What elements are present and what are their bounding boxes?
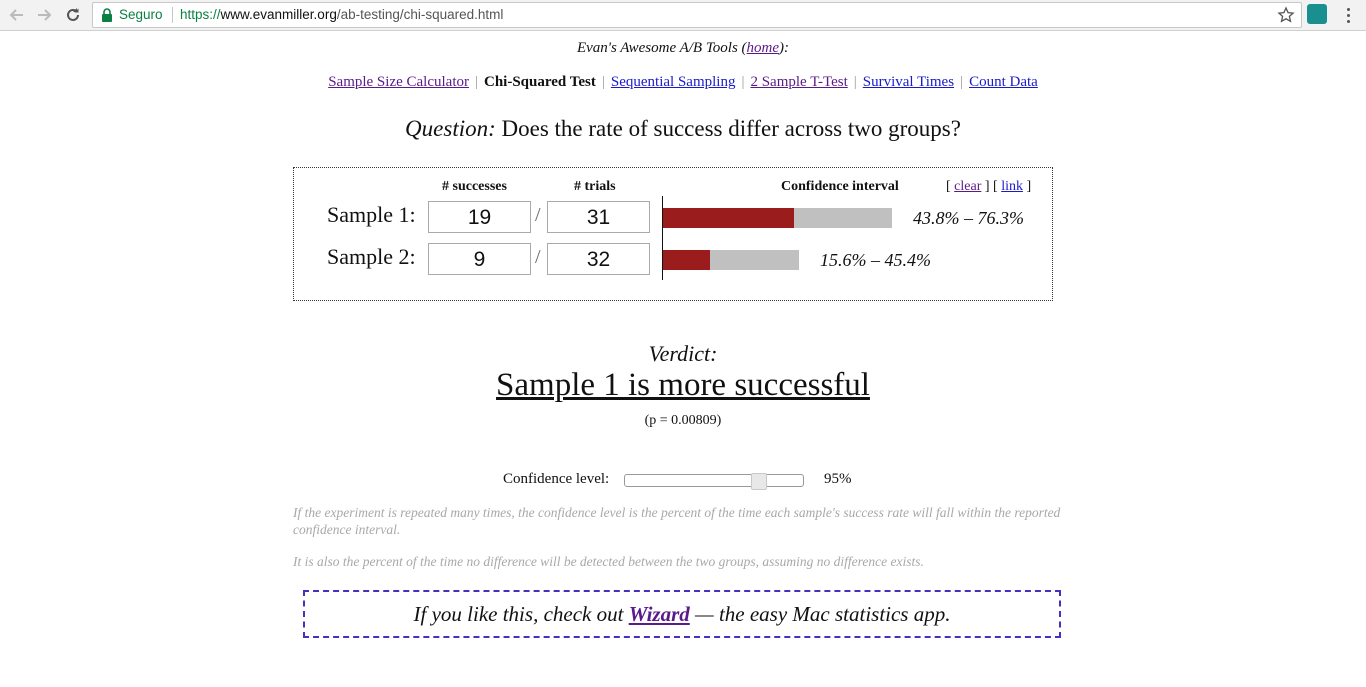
confidence-explanation-note: If the experiment is repeated many times… (293, 505, 1061, 537)
bookmark-star-icon[interactable] (1277, 6, 1295, 24)
nav-survival-times[interactable]: Survival Times (863, 74, 954, 90)
forward-button[interactable] (33, 4, 55, 26)
sample-2-trials-input[interactable]: 32 (547, 243, 650, 275)
verdict-label: Verdict: (648, 341, 718, 366)
permalink-link[interactable]: link (1001, 179, 1023, 194)
nav-chi-squared-test-current: Chi-Squared Test (484, 74, 596, 90)
sample-1-trials-input[interactable]: 31 (547, 201, 650, 233)
slash-divider: / (535, 204, 541, 226)
difference-explanation-note: It is also the percent of the time no di… (293, 554, 924, 569)
wizard-link[interactable]: Wizard (629, 602, 690, 626)
slash-divider: / (535, 246, 541, 268)
page-question: Question: Does the rate of success diffe… (405, 116, 961, 141)
sample-1-successes-input[interactable]: 19 (428, 201, 531, 233)
omnibox-divider (172, 7, 173, 23)
nav-sequential-sampling[interactable]: Sequential Sampling (611, 74, 736, 90)
nav-2-sample-t-test[interactable]: 2 Sample T-Test (750, 74, 847, 90)
sample-2-rate-fill (663, 250, 710, 270)
sample-2-successes-input[interactable]: 9 (428, 243, 531, 275)
browser-menu-icon[interactable] (1340, 4, 1356, 26)
sample-1-label: Sample 1: (327, 202, 416, 227)
verdict-result: Sample 1 is more successful (496, 367, 870, 403)
confidence-level-slider[interactable] (624, 473, 804, 490)
address-bar[interactable]: Seguro https://www.evanmiller.org/ab-tes… (92, 2, 1302, 28)
box-controls: [ clear ] [ link ] (946, 179, 1032, 194)
confidence-level-label: Confidence level: (503, 471, 610, 487)
confidence-interval-header: Confidence interval (781, 179, 899, 194)
slider-thumb[interactable] (751, 473, 767, 490)
nav-sample-size-calculator[interactable]: Sample Size Calculator (328, 74, 469, 90)
sample-2-ci-text: 15.6% – 45.4% (820, 250, 931, 270)
wizard-promo-box: If you like this, check out Wizard — the… (303, 590, 1061, 638)
sample-2-label: Sample 2: (327, 244, 416, 269)
clear-link[interactable]: clear (954, 179, 981, 194)
back-button[interactable] (6, 4, 28, 26)
extension-icon[interactable] (1307, 4, 1327, 24)
url-text[interactable]: https://www.evanmiller.org/ab-testing/ch… (180, 7, 503, 22)
home-link[interactable]: home (747, 40, 780, 56)
trials-column-header: # trials (574, 179, 616, 194)
confidence-level-value: 95% (824, 471, 852, 487)
back-arrow-icon (9, 9, 23, 21)
reload-icon (67, 8, 79, 21)
sample-1-ci-text: 43.8% – 76.3% (913, 208, 1024, 228)
lock-icon (102, 8, 112, 22)
sample-1-rate-fill (663, 208, 794, 228)
reload-button[interactable] (62, 4, 84, 26)
browser-toolbar: Seguro https://www.evanmiller.org/ab-tes… (0, 0, 1366, 31)
nav-count-data[interactable]: Count Data (969, 74, 1038, 90)
site-tagline: Evan's Awesome A/B Tools (home): (576, 40, 790, 56)
successes-column-header: # successes (442, 179, 507, 194)
forward-arrow-icon (38, 9, 52, 21)
secure-label: Seguro (119, 7, 163, 22)
chi-squared-calculator: # successes # trials Confidence interval… (293, 167, 1053, 301)
tool-navigation: Sample Size Calculator | Chi-Squared Test |… (328, 74, 1038, 90)
p-value: (p = 0.00809) (644, 413, 722, 428)
